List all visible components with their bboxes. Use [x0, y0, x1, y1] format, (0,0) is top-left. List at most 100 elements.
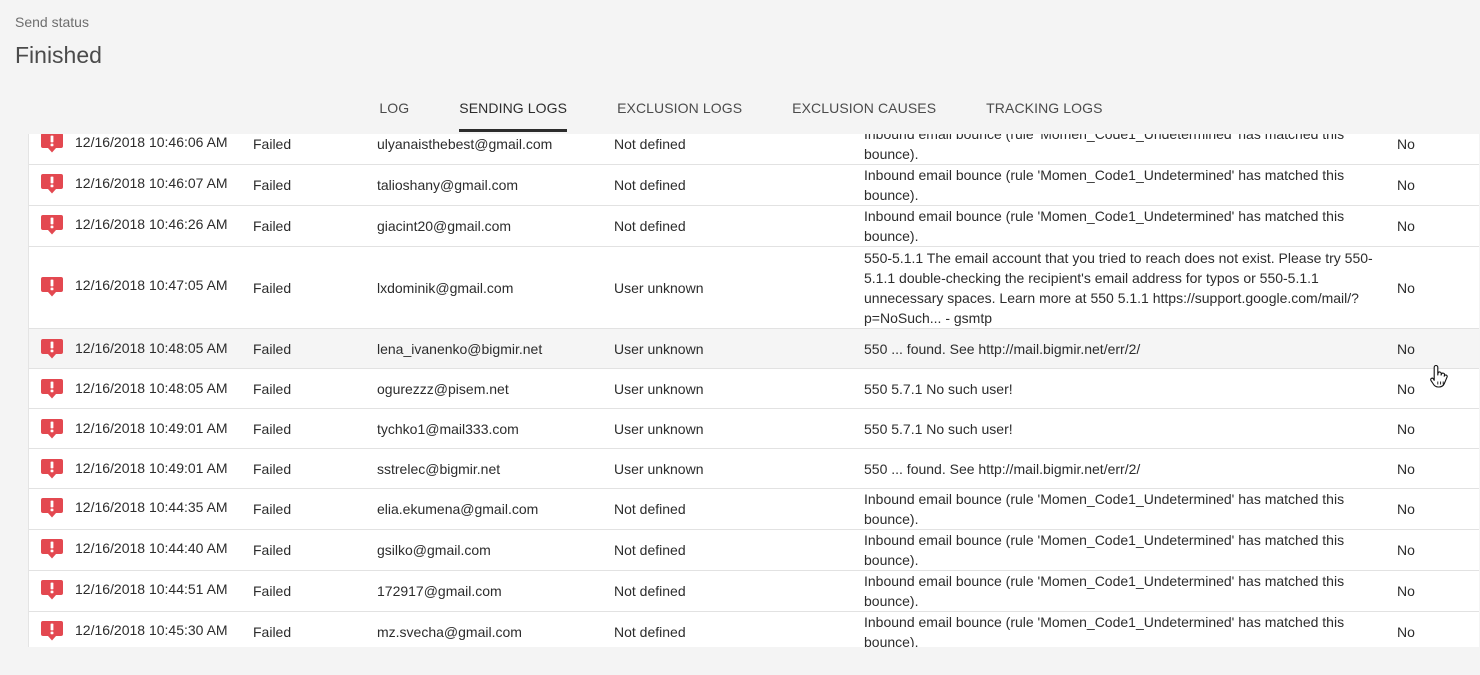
alert-icon: [41, 134, 63, 153]
message-cell: Inbound email bounce (rule 'Momen_Code1_…: [864, 208, 1345, 244]
flag-cell: No: [1397, 420, 1415, 437]
message-cell: Inbound email bounce (rule 'Momen_Code1_…: [864, 573, 1345, 609]
table-row[interactable]: 12/16/2018 10:46:06 AM Failed ulyanaistheb…: [29, 134, 1479, 165]
alert-icon: [41, 621, 63, 641]
alert-icon: [41, 215, 63, 235]
email-cell: ulyanaisthebest@gmail.com: [377, 136, 553, 152]
status-cell: [29, 449, 75, 488]
status-cell: [29, 247, 75, 328]
flag-cell: No: [1397, 380, 1415, 397]
send-status-label: Send status: [15, 14, 89, 30]
date-cell: 12/16/2018 10:45:30 AM: [75, 622, 228, 638]
status-text-cell: Failed: [253, 583, 292, 599]
table-row[interactable]: 12/16/2018 10:48:05 AM Failed ogurezzz@pis…: [29, 369, 1479, 409]
alert-icon: [41, 498, 63, 518]
date-cell: 12/16/2018 10:48:05 AM: [75, 340, 228, 356]
status-text-cell: Failed: [253, 218, 292, 234]
message-cell: Inbound email bounce (rule 'Momen_Code1_…: [864, 532, 1345, 568]
status-cell: [29, 329, 75, 368]
table-row[interactable]: 12/16/2018 10:49:01 AM Failed tychko1@mail…: [29, 409, 1479, 449]
status-cell: [29, 165, 75, 205]
status-cell: [29, 571, 75, 611]
tab-log[interactable]: LOG: [354, 84, 434, 132]
date-cell: 12/16/2018 10:46:26 AM: [75, 216, 228, 232]
date-cell: 12/16/2018 10:49:01 AM: [75, 420, 228, 436]
tab-bar: LOG SENDING LOGS EXCLUSION LOGS EXCLUSIO…: [0, 84, 1480, 134]
email-cell: ogurezzz@pisem.net: [377, 380, 509, 397]
email-cell: tychko1@mail333.com: [377, 420, 519, 437]
email-cell: giacint20@gmail.com: [377, 218, 512, 234]
flag-cell: No: [1397, 279, 1415, 296]
email-cell: mz.svecha@gmail.com: [377, 624, 522, 640]
table-body: 12/16/2018 10:46:06 AM Failed ulyanaistheb…: [29, 134, 1479, 647]
reason-cell: User unknown: [614, 279, 704, 296]
message-cell: 550 ... found. See http://mail.bigmir.ne…: [864, 460, 1141, 477]
status-cell: [29, 409, 75, 448]
flag-cell: No: [1397, 624, 1415, 640]
status-text-cell: Failed: [253, 501, 292, 517]
date-cell: 12/16/2018 10:44:35 AM: [75, 499, 228, 515]
reason-cell: User unknown: [614, 460, 704, 477]
flag-cell: No: [1397, 218, 1415, 234]
message-cell: Inbound email bounce (rule 'Momen_Code1_…: [864, 134, 1345, 162]
message-cell: 550 5.7.1 No such user!: [864, 380, 1013, 397]
email-cell: sstrelec@bigmir.net: [377, 460, 501, 477]
status-text-cell: Failed: [253, 420, 292, 437]
table-row[interactable]: 12/16/2018 10:48:05 AM Failed lena_ivanenk…: [29, 329, 1479, 369]
alert-icon: [41, 419, 63, 439]
table-row[interactable]: 12/16/2018 10:44:51 AM Failed 172917@gmail…: [29, 571, 1479, 612]
status-text-cell: Failed: [253, 279, 292, 296]
date-cell: 12/16/2018 10:44:51 AM: [75, 581, 228, 597]
email-cell: gsilko@gmail.com: [377, 542, 491, 558]
status-cell: [29, 489, 75, 529]
email-cell: 172917@gmail.com: [377, 583, 502, 599]
table-row[interactable]: 12/16/2018 10:44:40 AM Failed gsilko@gmail…: [29, 530, 1479, 571]
message-cell: 550-5.1.1 The email account that you tri…: [864, 249, 1373, 326]
alert-icon: [41, 459, 63, 479]
tab-exclusion-causes[interactable]: EXCLUSION CAUSES: [767, 84, 961, 132]
status-text-cell: Failed: [253, 460, 292, 477]
reason-cell: Not defined: [614, 583, 686, 599]
flag-cell: No: [1397, 460, 1415, 477]
table-row[interactable]: 12/16/2018 10:46:26 AM Failed giacint20@gm…: [29, 206, 1479, 247]
tab-sending-logs[interactable]: SENDING LOGS: [434, 84, 592, 132]
message-cell: Inbound email bounce (rule 'Momen_Code1_…: [864, 491, 1345, 527]
reason-cell: User unknown: [614, 380, 704, 397]
reason-cell: Not defined: [614, 136, 686, 152]
date-cell: 12/16/2018 10:47:05 AM: [75, 277, 228, 293]
tab-exclusion-logs[interactable]: EXCLUSION LOGS: [592, 84, 767, 132]
status-text-cell: Failed: [253, 136, 292, 152]
alert-icon: [41, 379, 63, 399]
message-cell: Inbound email bounce (rule 'Momen_Code1_…: [864, 614, 1345, 647]
reason-cell: User unknown: [614, 340, 704, 357]
flag-cell: No: [1397, 177, 1415, 193]
flag-cell: No: [1397, 542, 1415, 558]
message-cell: 550 5.7.1 No such user!: [864, 420, 1013, 437]
table-row[interactable]: 12/16/2018 10:47:05 AM Failed lxdominik@gm…: [29, 247, 1479, 329]
table-row[interactable]: 12/16/2018 10:45:30 AM Failed mz.svecha@gm…: [29, 612, 1479, 647]
message-cell: Inbound email bounce (rule 'Momen_Code1_…: [864, 167, 1345, 203]
status-text-cell: Failed: [253, 177, 292, 193]
table-row[interactable]: 12/16/2018 10:46:07 AM Failed talioshany@g…: [29, 165, 1479, 206]
date-cell: 12/16/2018 10:44:40 AM: [75, 540, 228, 556]
sending-logs-table: 12/16/2018 10:46:06 AM Failed ulyanaistheb…: [28, 134, 1479, 647]
send-status-value: Finished: [15, 42, 102, 68]
reason-cell: Not defined: [614, 177, 686, 193]
status-cell: [29, 530, 75, 570]
alert-icon: [41, 339, 63, 359]
alert-icon: [41, 277, 63, 297]
status-text-cell: Failed: [253, 624, 292, 640]
status-cell: [29, 206, 75, 246]
status-text-cell: Failed: [253, 542, 292, 558]
date-cell: 12/16/2018 10:46:06 AM: [75, 134, 228, 150]
status-text-cell: Failed: [253, 380, 292, 397]
status-cell: [29, 369, 75, 408]
table-row[interactable]: 12/16/2018 10:49:01 AM Failed sstrelec@big…: [29, 449, 1479, 489]
email-cell: lxdominik@gmail.com: [377, 279, 514, 296]
table-row[interactable]: 12/16/2018 10:44:35 AM Failed elia.ekumena…: [29, 489, 1479, 530]
date-cell: 12/16/2018 10:49:01 AM: [75, 460, 228, 476]
email-cell: lena_ivanenko@bigmir.net: [377, 340, 543, 357]
date-cell: 12/16/2018 10:48:05 AM: [75, 380, 228, 396]
flag-cell: No: [1397, 501, 1415, 517]
tab-tracking-logs[interactable]: TRACKING LOGS: [961, 84, 1127, 132]
